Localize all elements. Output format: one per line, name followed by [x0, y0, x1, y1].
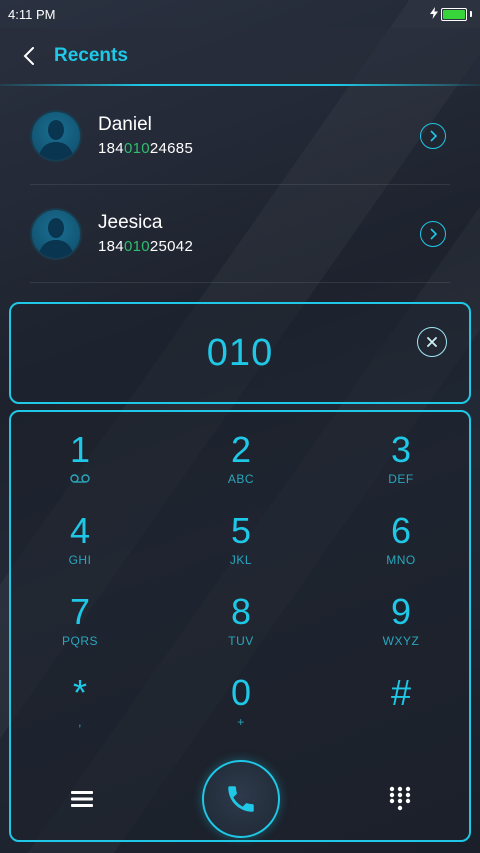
person-icon: [38, 119, 74, 160]
status-bar: 4:11 PM: [0, 0, 480, 28]
chevron-right-icon: [430, 227, 437, 240]
clear-input-button[interactable]: [417, 327, 447, 357]
battery-icon: [441, 7, 467, 21]
menu-button[interactable]: [65, 782, 99, 816]
close-icon: [427, 337, 437, 347]
number-match-highlight: 010: [123, 140, 150, 157]
charging-icon: [430, 6, 438, 22]
key-6[interactable]: 6 MNO: [341, 511, 461, 581]
header-divider: [0, 84, 480, 86]
person-icon: [38, 217, 74, 258]
contact-details-button[interactable]: [420, 220, 446, 247]
dial-keypad: 1 2 ABC 3 DEF 4 GHI 5 JKL 6 MNO 7 PQRS 8…: [9, 410, 471, 842]
hamburger-menu-icon: [71, 791, 93, 807]
key-7[interactable]: 7 PQRS: [20, 592, 140, 662]
dial-input-box[interactable]: 010: [9, 302, 471, 404]
page-title: Recents: [54, 45, 128, 66]
back-arrow-icon[interactable]: [18, 45, 40, 67]
dial-input-value[interactable]: 010: [207, 332, 273, 375]
status-time: 4:11 PM: [8, 6, 56, 22]
dialpad-toggle-button[interactable]: [383, 782, 417, 816]
key-0[interactable]: 0 +: [181, 673, 301, 743]
call-button[interactable]: [202, 760, 280, 838]
phone-icon: [228, 786, 254, 812]
key-3[interactable]: 3 DEF: [341, 430, 461, 500]
number-match-highlight: 010: [123, 238, 150, 255]
battery-indicator: [430, 6, 472, 22]
key-2[interactable]: 2 ABC: [181, 430, 301, 500]
contact-number: 18401025042: [98, 238, 194, 255]
key-hash[interactable]: #: [341, 673, 461, 743]
chevron-right-icon: [430, 129, 437, 142]
contact-number: 18401024685: [98, 140, 194, 157]
contact-row-daniel[interactable]: Daniel 18401024685: [30, 87, 450, 185]
key-4[interactable]: 4 GHI: [20, 511, 140, 581]
dialpad-icon: [389, 786, 411, 811]
key-8[interactable]: 8 TUV: [181, 592, 301, 662]
contact-name: Daniel: [98, 114, 152, 135]
avatar: [30, 109, 82, 162]
avatar: [30, 207, 82, 260]
key-1[interactable]: 1: [20, 430, 140, 500]
contact-name: Jeesica: [98, 212, 163, 233]
app-header: Recents: [0, 28, 480, 84]
contact-details-button[interactable]: [420, 122, 446, 149]
voicemail-icon: [70, 472, 90, 486]
key-star[interactable]: * ,: [20, 673, 140, 743]
key-5[interactable]: 5 JKL: [181, 511, 301, 581]
key-9[interactable]: 9 WXYZ: [341, 592, 461, 662]
contact-row-jeesica[interactable]: Jeesica 18401025042: [30, 185, 450, 283]
